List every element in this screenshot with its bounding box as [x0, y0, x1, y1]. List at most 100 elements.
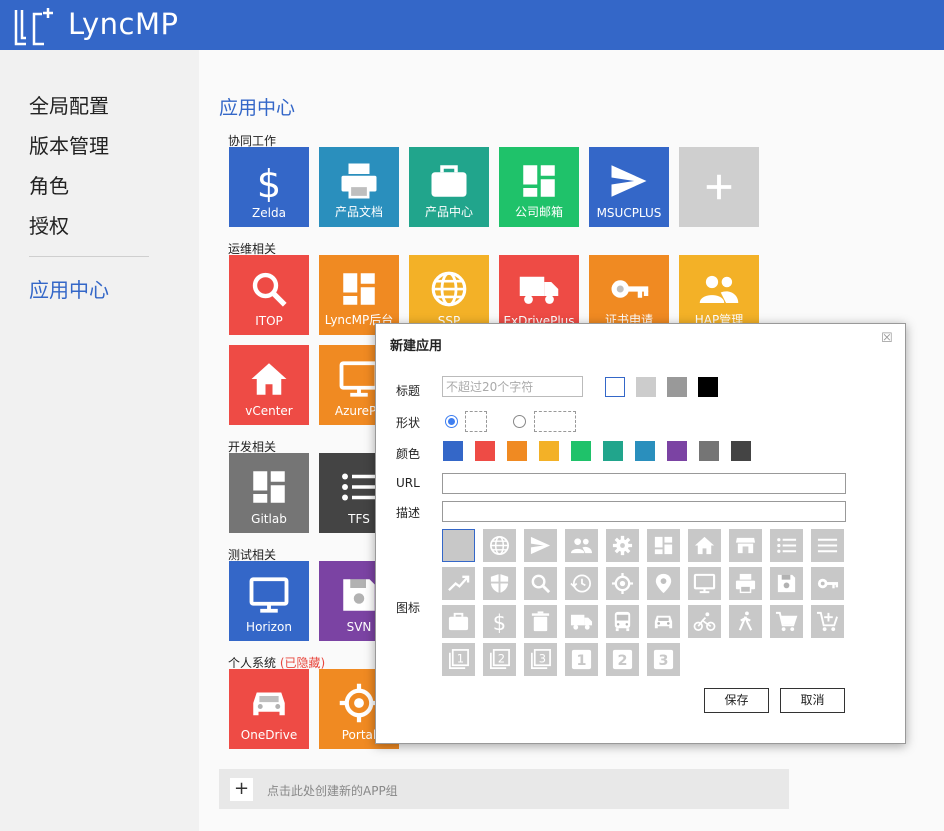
app-tile-app-0-1[interactable]: 产品文档	[319, 147, 399, 227]
dashboard-icon	[343, 273, 375, 305]
icon-option-monitor[interactable]	[688, 567, 721, 600]
cart-add-icon	[816, 611, 838, 632]
app-tile-app-0-3[interactable]: 公司邮箱	[499, 147, 579, 227]
app-tile-horizon[interactable]: Horizon	[229, 561, 309, 641]
app-tile-zelda[interactable]: $ Zelda	[229, 147, 309, 227]
save-button[interactable]: 保存	[704, 688, 769, 713]
icon-option-list[interactable]	[770, 529, 803, 562]
icon-option-truck[interactable]	[565, 605, 598, 638]
blank-icon	[447, 534, 470, 557]
icon-option-send[interactable]	[524, 529, 557, 562]
close-icon[interactable]: ☒	[881, 332, 893, 345]
icon-option-dashboard[interactable]	[647, 529, 680, 562]
icon-option-globe[interactable]	[483, 529, 516, 562]
icon-option-trend[interactable]	[442, 567, 475, 600]
tile-color-swatch[interactable]	[731, 441, 751, 461]
tile-color-swatch[interactable]	[507, 441, 527, 461]
icon-option-home[interactable]	[688, 529, 721, 562]
app-tile-gitlab[interactable]: Gitlab	[229, 453, 309, 533]
icon-option-bus[interactable]	[606, 605, 639, 638]
app-tile-itop[interactable]: ITOP	[229, 255, 309, 335]
icon-option-users[interactable]	[565, 529, 598, 562]
home-icon	[251, 363, 287, 395]
tile-color-swatch[interactable]	[571, 441, 591, 461]
icon-option-stack-3[interactable]: 3	[524, 643, 557, 676]
icon-option-gear[interactable]	[606, 529, 639, 562]
shape-square-radio[interactable]	[445, 415, 458, 428]
description-input[interactable]	[442, 501, 846, 522]
store-icon	[735, 537, 756, 554]
icon-option-shield[interactable]	[483, 567, 516, 600]
icon-option-dollar[interactable]: $	[483, 605, 516, 638]
users-icon	[679, 265, 759, 313]
monitor-icon	[249, 577, 289, 613]
send-icon	[530, 536, 551, 555]
dashboard-icon	[499, 157, 579, 205]
icon-option-blank[interactable]	[442, 529, 475, 562]
icon-option-briefcase[interactable]	[442, 605, 475, 638]
icon-option-digit-2[interactable]: 2	[606, 643, 639, 676]
truck-icon	[499, 265, 579, 313]
icon-option-printer[interactable]	[729, 567, 762, 600]
icon-option-cart-add[interactable]	[811, 605, 844, 638]
app-tile-msucplus[interactable]: MSUCPLUS	[589, 147, 669, 227]
app-tile-onedrive[interactable]: OneDrive	[229, 669, 309, 749]
plus-icon	[679, 163, 759, 211]
icon-option-stack-1[interactable]: 1	[442, 643, 475, 676]
tile-color-swatch[interactable]	[475, 441, 495, 461]
icon-option-car[interactable]	[647, 605, 680, 638]
add-app-tile[interactable]	[679, 147, 759, 227]
icon-option-bike[interactable]	[688, 605, 721, 638]
add-group-button[interactable]: +	[230, 778, 253, 801]
title-color-swatch[interactable]	[667, 377, 687, 397]
icon-option-cart[interactable]	[770, 605, 803, 638]
title-color-swatch[interactable]	[605, 377, 625, 397]
icon-option-walk[interactable]	[729, 605, 762, 638]
sidebar-item-version-management[interactable]: 版本管理	[29, 130, 109, 159]
icon-option-stack-2[interactable]: 2	[483, 643, 516, 676]
icon-option-menu[interactable]	[811, 529, 844, 562]
tile-color-swatch[interactable]	[443, 441, 463, 461]
tile-color-swatch[interactable]	[667, 441, 687, 461]
shape-wide-radio[interactable]	[513, 415, 526, 428]
dashboard-icon	[253, 471, 285, 503]
tile-color-swatch[interactable]	[635, 441, 655, 461]
icon-option-search[interactable]	[524, 567, 557, 600]
icon-option-history[interactable]	[565, 567, 598, 600]
key-icon	[611, 280, 649, 298]
url-input[interactable]	[442, 473, 846, 494]
icon-option-digit-1[interactable]: 1	[565, 643, 598, 676]
dollar-icon: $	[493, 610, 506, 633]
sidebar-item-global-config[interactable]: 全局配置	[29, 90, 109, 119]
sidebar-item-app-center[interactable]: 应用中心	[29, 274, 109, 303]
icon-option-key[interactable]	[811, 567, 844, 600]
plus-icon	[706, 174, 732, 200]
monitor-icon	[229, 571, 309, 619]
sidebar-item-authorization[interactable]: 授权	[29, 210, 69, 239]
icon-option-digit-3[interactable]: 3	[647, 643, 680, 676]
globe-icon	[431, 271, 467, 307]
tile-color-swatch[interactable]	[539, 441, 559, 461]
trend-icon	[448, 575, 470, 592]
printer-icon	[735, 573, 756, 594]
tile-color-swatch[interactable]	[699, 441, 719, 461]
title-input[interactable]	[442, 376, 583, 397]
tile-label: vCenter	[245, 404, 293, 418]
icon-option-pin[interactable]	[647, 567, 680, 600]
history-icon	[570, 574, 591, 593]
icon-option-save[interactable]	[770, 567, 803, 600]
app-tile-app-0-2[interactable]: 产品中心	[409, 147, 489, 227]
app-tile-vcenter[interactable]: vCenter	[229, 345, 309, 425]
pin-icon	[655, 573, 672, 594]
tile-color-swatch[interactable]	[603, 441, 623, 461]
sidebar-item-roles[interactable]: 角色	[29, 170, 69, 199]
icon-option-trash[interactable]	[524, 605, 557, 638]
icon-option-store[interactable]	[729, 529, 762, 562]
title-color-swatch[interactable]	[698, 377, 718, 397]
icon-option-target[interactable]	[606, 567, 639, 600]
dashboard-icon	[319, 265, 399, 313]
add-group-bar[interactable]: + 点击此处创建新的APP组	[219, 769, 789, 809]
cancel-button[interactable]: 取消	[780, 688, 845, 713]
url-label: URL	[396, 476, 420, 490]
title-color-swatch[interactable]	[636, 377, 656, 397]
